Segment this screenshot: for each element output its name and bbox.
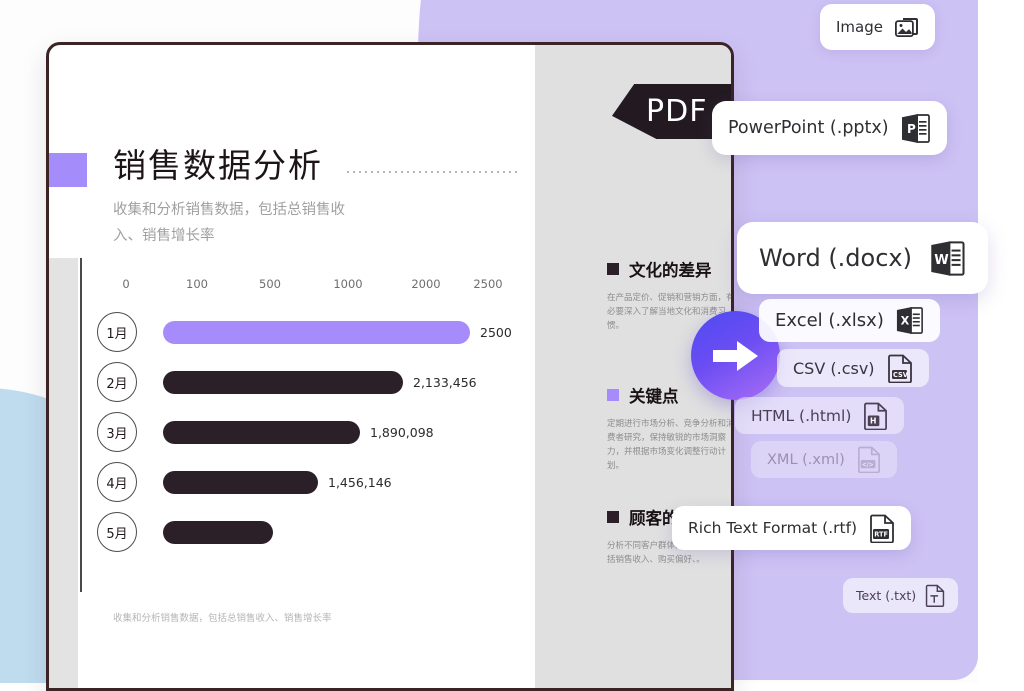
format-label: Excel (.xlsx) [775,310,884,331]
page-title: 销售数据分析 [113,146,323,185]
chart-x-axis: 0 100 500 1000 2000 2500 [113,277,533,295]
svg-text:</>: </> [862,462,874,468]
category-bubble: 1月 [97,312,137,352]
pdf-ribbon-label: PDF [646,94,708,129]
axis-tick-5: 2500 [473,277,503,291]
svg-text:RTF: RTF [874,530,888,538]
format-option-word[interactable]: Word (.docx) W [737,222,988,294]
bar-segment[interactable] [163,520,273,544]
section-title: 文化的差异 [629,261,712,280]
rtf-file-icon: RTF [870,514,895,543]
html-file-icon: H [864,402,888,430]
chart-row: 4月 1,456,146 [97,457,567,507]
format-option-csv[interactable]: CSV (.csv) CSV [777,349,929,387]
section-block: 关键点 定期进行市场分析、竞争分析和消费者研究，保持敏锐的市场洞察力，并根据市场… [607,383,734,473]
svg-text:P: P [907,122,916,136]
axis-tick-2: 500 [259,277,281,291]
svg-text:H: H [870,416,876,425]
chart-row: 1月 2500 [97,307,567,357]
xml-file-icon: </> [857,446,880,473]
svg-text:CSV: CSV [893,371,909,379]
bar-value-label: 2,133,456 [413,374,477,390]
category-bubble: 4月 [97,462,137,502]
format-label: XML (.xml) [767,451,845,468]
page-subtitle: 收集和分析销售数据，包括总销售收入、销售增长率 [113,202,345,244]
format-option-text[interactable]: Text (.txt) [843,578,959,613]
format-label: PowerPoint (.pptx) [728,118,889,138]
bar-segment[interactable] [163,470,318,494]
csv-file-icon: CSV [887,354,912,383]
section-bullet-icon [607,389,619,401]
format-option-excel[interactable]: Excel (.xlsx) X [759,299,940,342]
bar-value-label: 2500 [480,324,512,340]
format-option-image[interactable]: Image [820,4,935,50]
format-label: HTML (.html) [751,406,852,425]
bar-value-label: 1,456,146 [328,474,392,490]
section-body: 定期进行市场分析、竞争分析和消费者研究，保持敏锐的市场洞察力，并根据市场变化调整… [607,419,734,471]
arrow-right-icon [712,340,758,371]
section-bullet-icon [607,511,619,523]
svg-text:W: W [934,252,949,267]
text-file-icon [925,584,945,607]
format-label: Text (.txt) [856,588,917,603]
image-file-icon [894,17,918,37]
word-file-icon: W [931,240,965,276]
format-label: Rich Text Format (.rtf) [688,519,858,537]
bar-chart: 1月 2500 2月 2,133,456 3月 1,890,098 4月 1,4… [97,307,567,557]
category-bubble: 3月 [97,412,137,452]
bar-segment[interactable] [163,420,360,444]
title-accent-square [49,153,87,187]
background-right-margin [978,0,1024,691]
bar-segment[interactable] [163,320,470,344]
section-bullet-icon [607,263,619,275]
title-dotted-rule [347,171,517,173]
format-option-xml[interactable]: XML (.xml) </> [751,441,897,478]
chart-row: 2月 2,133,456 [97,357,567,407]
chart-axis-line [80,258,82,592]
bar-value-label: 1,890,098 [370,424,434,440]
document-preview-card[interactable]: 销售数据分析 收集和分析销售数据，包括总销售收入、销售增长率 0 100 500… [46,42,734,691]
excel-file-icon: X [896,306,923,335]
category-bubble: 5月 [97,512,137,552]
section-title: 关键点 [629,387,679,406]
powerpoint-file-icon: P [901,113,930,143]
chart-row: 5月 [97,507,567,557]
format-option-html[interactable]: HTML (.html) H [735,397,905,434]
axis-tick-4: 2000 [411,277,441,291]
format-label: CSV (.csv) [793,358,875,378]
chart-row: 3月 1,890,098 [97,407,567,457]
svg-text:X: X [901,315,910,328]
axis-tick-3: 1000 [333,277,363,291]
bar-segment[interactable] [163,370,403,394]
axis-tick-1: 100 [186,277,208,291]
format-option-powerpoint[interactable]: PowerPoint (.pptx) P [712,101,947,155]
category-bubble: 2月 [97,362,137,402]
left-gray-strip [49,258,78,688]
format-option-rtf[interactable]: Rich Text Format (.rtf) RTF [672,506,912,550]
format-label: Word (.docx) [759,244,912,272]
format-label: Image [836,18,883,36]
axis-tick-0: 0 [122,277,130,291]
document-footnote: 收集和分析销售数据，包括总销售收入、销售增长率 [113,613,332,624]
app-canvas: 销售数据分析 收集和分析销售数据，包括总销售收入、销售增长率 0 100 500… [0,0,1024,691]
